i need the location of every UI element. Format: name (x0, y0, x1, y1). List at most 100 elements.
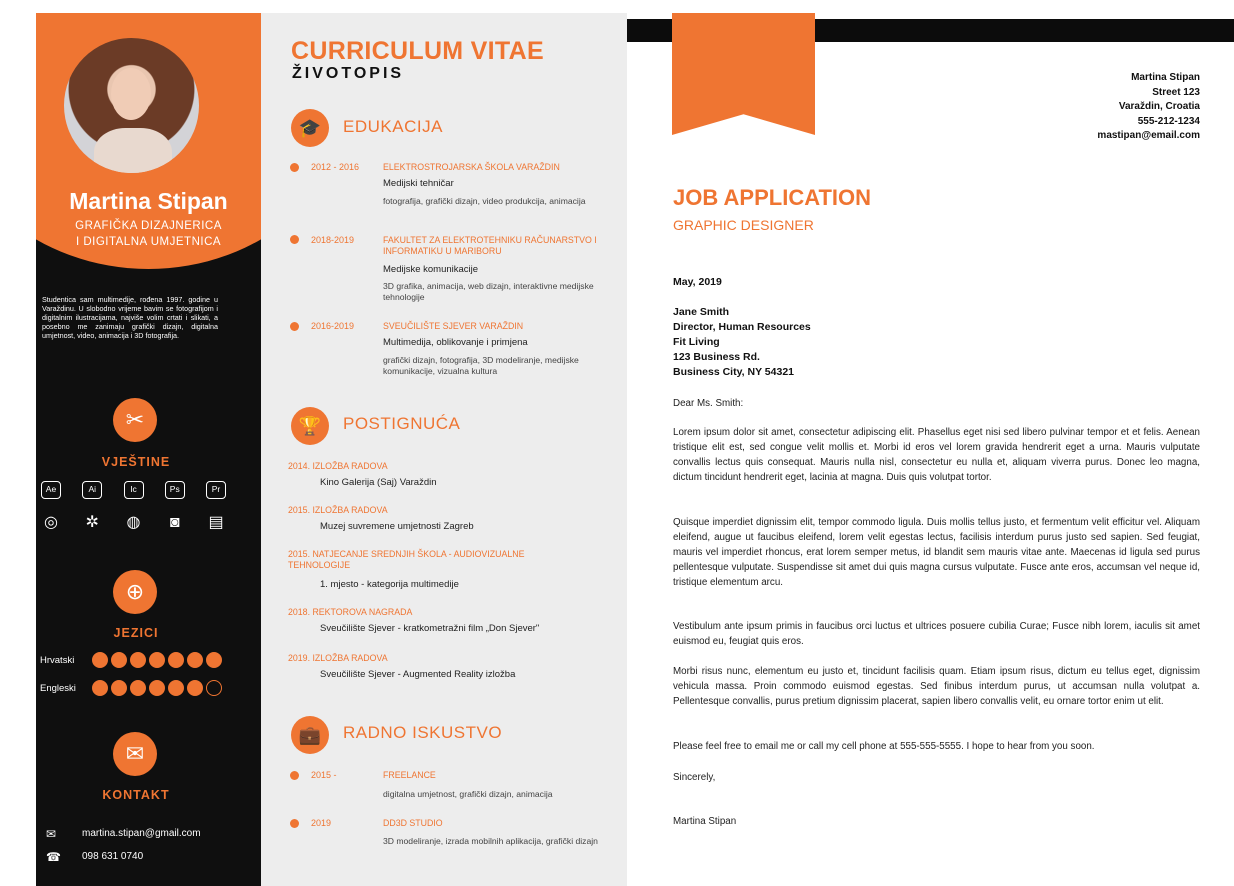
achievement-title: 2014. IZLOŽBA RADOVA (288, 461, 388, 471)
letter-greeting: Dear Ms. Smith: (673, 398, 744, 409)
timeline-dot (290, 322, 299, 331)
letter-paragraph: Morbi risus nunc, elementum eu justo et,… (673, 666, 1200, 707)
education-school: ELEKTROSTROJARSKA ŠKOLA VARAŽDIN (383, 162, 560, 172)
letter-subtitle: GRAPHIC DESIGNER (673, 217, 814, 233)
role-line-2: I DIGITALNA UMJETNICA (75, 236, 222, 248)
education-degree: Multimedija, oblikovanje i primjena (383, 337, 528, 348)
trophy-icon: 🏆 (291, 407, 329, 445)
globe-icon: ⊕ (113, 570, 157, 614)
recipient-line: Fit Living (673, 336, 720, 348)
language-row-croatian: Hrvatski (40, 652, 230, 670)
work-years: 2015 - (311, 770, 337, 780)
education-details: grafički dizajn, fotografija, 3D modelir… (383, 355, 579, 376)
education-years: 2018-2019 (311, 235, 355, 245)
cv-main-column: CURRICULUM VITAE ŽIVOTOPIS 🎓 EDUKACIJA 2… (261, 13, 627, 886)
after-effects-icon: Ae (41, 481, 61, 499)
timeline-dot (290, 163, 299, 172)
bio-text: Studentica sam multimedije, rođena 1997.… (42, 295, 218, 340)
language-label: Engleski (40, 683, 76, 694)
blender-icon: ✲ (85, 514, 99, 531)
achievement-body: 1. mjesto - kategorija multimedije (320, 579, 459, 590)
sender-line: Martina Stipan (1131, 72, 1200, 83)
cv-sidebar: Martina Stipan GRAFIČKA DIZAJNERICA I DI… (36, 13, 261, 886)
chat-icon: ✉ (113, 732, 157, 776)
education-details: fotografija, grafički dizajn, video prod… (383, 196, 586, 206)
education-details: 3D grafika, animacija, web dizajn, inter… (383, 281, 594, 302)
letter-paragraph: Please feel free to email me or call my … (673, 741, 1095, 752)
recipient-line: 123 Business Rd. (673, 351, 760, 363)
language-row-english: Engleski (40, 680, 230, 698)
letter-paragraph: Lorem ipsum dolor sit amet, consectetur … (673, 427, 1200, 483)
briefcase-icon: 💼 (291, 716, 329, 754)
letter-closing: Sincerely, (673, 772, 716, 783)
achievement-body: Kino Galerija (Saj) Varaždin (320, 477, 437, 488)
illustrator-icon: Ai (82, 481, 103, 499)
letter-signature: Martina Stipan (673, 816, 737, 827)
achievement-title: 2018. REKTOROVA NAGRADA (288, 607, 413, 617)
envelope-icon: ✉ (46, 827, 57, 841)
achievement-body: Muzej suvremene umjetnosti Zagreb (320, 521, 474, 532)
role-line-1: GRAFIČKA DIZAJNERICA (75, 220, 222, 232)
graduation-cap-icon: 🎓 (291, 109, 329, 147)
education-degree: Medijske komunikacije (383, 264, 479, 275)
sender-address: Martina Stipan Street 123 Varaždin, Croa… (1097, 71, 1200, 144)
camera-icon: ◙ (169, 514, 180, 531)
recipient-line: Business City, NY 54321 (673, 366, 795, 378)
sender-line: Street 123 (1152, 86, 1200, 98)
work-details: 3D modeliranje, izrada mobilnih aplikaci… (383, 836, 598, 846)
achievement-title: 2019. IZLOŽBA RADOVA (288, 653, 388, 663)
letter-ribbon (672, 13, 815, 135)
sender-line: mastipan@email.com (1097, 130, 1200, 141)
cover-letter: Martina Stipan Street 123 Varaždin, Croa… (627, 13, 1234, 886)
education-heading: EDUKACIJA (343, 117, 443, 136)
cinema4d-icon: ◍ (126, 514, 141, 531)
education-years: 2012 - 2016 (311, 162, 360, 172)
software-icons-row: Ae Ai Ic Ps Pr (41, 481, 226, 499)
sender-line: 555-212-1234 (1137, 115, 1200, 127)
letter-paragraph: Quisque imperdiet dignissim elit, tempor… (673, 517, 1200, 588)
phone-icon: ☎ (46, 850, 61, 864)
languages-heading: JEZICI (113, 626, 159, 640)
achievement-body: Sveučilište Sjever - kratkometražni film… (320, 623, 540, 634)
tools-icon: ✂ (113, 398, 157, 442)
work-company: DD3D STUDIO (383, 818, 443, 828)
education-years: 2016-2019 (311, 321, 355, 331)
work-company: FREELANCE (383, 770, 436, 780)
contact-heading: KONTAKT (102, 788, 170, 802)
letter-date: May, 2019 (673, 276, 722, 288)
achievement-title: 2015. IZLOŽBA RADOVA (288, 505, 388, 515)
profile-photo (64, 38, 199, 173)
language-level-dots (92, 652, 222, 668)
contact-phone-row: ☎ 098 631 0740 (46, 850, 246, 866)
achievement-title: 2015. NATJECANJE SREDNJIH ŠKOLA - AUDIOV… (288, 549, 525, 570)
education-degree: Medijski tehničar (383, 178, 454, 189)
recipient-line: Director, Human Resources (673, 321, 811, 333)
contact-email: martina.stipan@gmail.com (82, 828, 201, 839)
contact-phone: 098 631 0740 (82, 851, 144, 862)
work-details: digitalna umjetnost, grafički dizajn, an… (383, 789, 553, 799)
clapper-icon: ▤ (208, 514, 224, 531)
education-school: FAKULTET ZA ELEKTROTEHNIKU RAČUNARSTVO I… (383, 235, 597, 256)
timeline-dot (290, 771, 299, 780)
person-name: Martina Stipan (69, 188, 228, 214)
photoshop-icon: Ps (164, 481, 185, 499)
timeline-dot (290, 819, 299, 828)
skills-heading: VJEŠTINE (101, 455, 171, 469)
cv-subtitle: ŽIVOTOPIS (292, 65, 405, 82)
language-level-dots (92, 680, 222, 696)
work-years: 2019 (311, 818, 332, 828)
work-heading: RADNO ISKUSTVO (343, 723, 503, 742)
timeline-dot (290, 235, 299, 244)
education-school: SVEUČILIŠTE SJEVER VARAŽDIN (383, 321, 524, 331)
premiere-icon: Pr (206, 481, 226, 499)
language-label: Hrvatski (40, 655, 75, 666)
letter-title: JOB APPLICATION (673, 185, 872, 210)
contact-email-row: ✉ martina.stipan@gmail.com (46, 827, 246, 843)
sender-line: Varaždin, Croatia (1118, 101, 1200, 112)
achievement-body: Sveučilište Sjever - Augmented Reality i… (320, 669, 516, 680)
incopy-icon: Ic (123, 481, 144, 499)
recipient-address: Jane Smith Director, Human Resources Fit… (673, 305, 811, 380)
achievements-heading: POSTIGNUĆA (343, 414, 461, 433)
cv-title: CURRICULUM VITAE (291, 37, 544, 65)
tools-icons-row: ◎ ✲ ◍ ◙ ▤ (41, 513, 226, 533)
